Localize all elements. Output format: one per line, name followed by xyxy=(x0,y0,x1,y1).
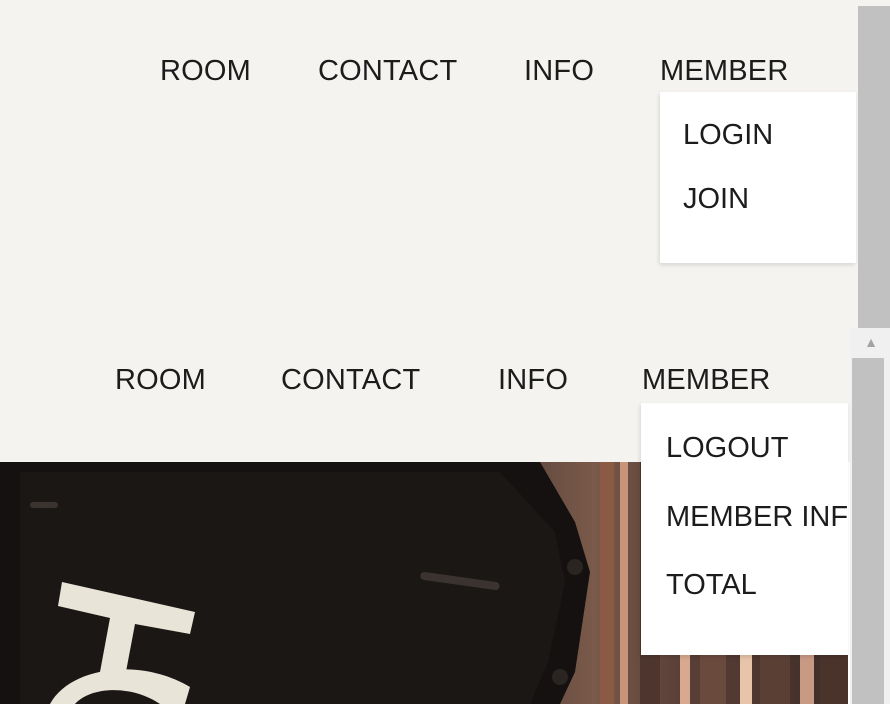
nav-info[interactable]: INFO xyxy=(524,55,594,88)
nav-contact[interactable]: CONTACT xyxy=(318,55,457,88)
nav-member[interactable]: MEMBER xyxy=(660,55,789,88)
logout-menu-item[interactable]: LOGOUT xyxy=(666,432,788,465)
scrollbar-thumb[interactable] xyxy=(852,358,884,704)
join-menu-item[interactable]: JOIN xyxy=(683,183,749,216)
scroll-up-arrow-icon[interactable]: ▲ xyxy=(852,328,890,356)
member-dropdown: LOGOUT MEMBER INFO TOTAL xyxy=(641,403,848,655)
member-info-menu-item[interactable]: MEMBER INFO xyxy=(666,501,848,534)
login-menu-item[interactable]: LOGIN xyxy=(683,119,773,152)
nav-room[interactable]: ROOM xyxy=(115,364,206,397)
nav-info[interactable]: INFO xyxy=(498,364,568,397)
logged-in-screenshot: ROOM CONTACT INFO MEMBER LOGOUT MEMBER I… xyxy=(0,328,890,704)
logged-out-screenshot: ROOM CONTACT INFO MEMBER LOGIN JOIN xyxy=(0,0,890,328)
nav-member[interactable]: MEMBER xyxy=(642,364,771,397)
nav-contact[interactable]: CONTACT xyxy=(281,364,420,397)
scrollbar-thumb[interactable] xyxy=(858,6,890,328)
total-menu-item[interactable]: TOTAL xyxy=(666,569,757,602)
member-dropdown: LOGIN JOIN xyxy=(660,92,856,263)
nav-room[interactable]: ROOM xyxy=(160,55,251,88)
